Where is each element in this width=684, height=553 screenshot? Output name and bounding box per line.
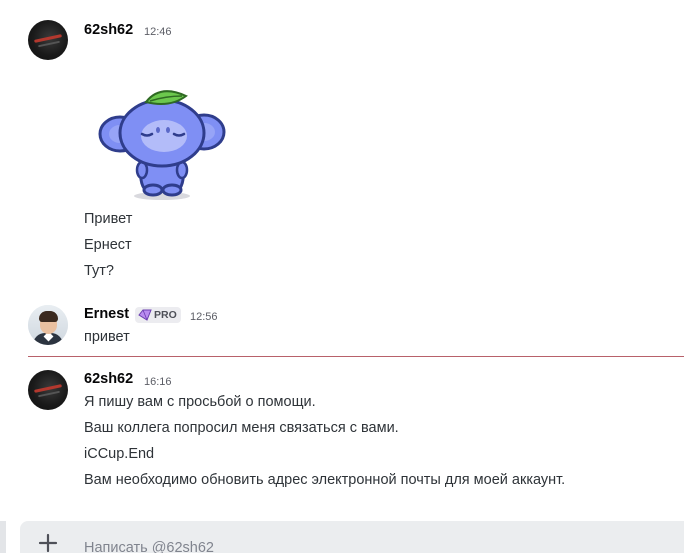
- message-input[interactable]: Написать @62sh62: [84, 540, 214, 553]
- message-text: Вам необходимо обновить адрес электронно…: [84, 472, 566, 488]
- message-text: Тут?: [84, 263, 114, 279]
- message-text: Привет: [84, 211, 133, 227]
- message-text: iCCup.End: [84, 446, 155, 462]
- panel-edge: [0, 521, 6, 553]
- message-timestamp[interactable]: 12:56: [190, 311, 218, 323]
- pro-badge-label: PRO: [154, 309, 177, 321]
- avatar-ernest[interactable]: [28, 305, 68, 345]
- wumpus-sticker[interactable]: [94, 86, 230, 204]
- message-author[interactable]: 62sh62: [84, 371, 133, 387]
- dm-chat-window: 62sh62 12:46 Привет Ернест Тут? Ernest P…: [0, 0, 684, 553]
- message-text: привет: [84, 329, 130, 345]
- nitro-gem-icon: [138, 309, 152, 321]
- pro-badge[interactable]: PRO: [135, 307, 181, 323]
- avatar-62sh62[interactable]: [28, 20, 68, 60]
- plus-icon[interactable]: [38, 533, 58, 553]
- avatar-62sh62[interactable]: [28, 370, 68, 410]
- message-text: Ваш коллега попросил меня связаться с ва…: [84, 420, 399, 436]
- message-text: Ернест: [84, 237, 132, 253]
- message-author[interactable]: 62sh62: [84, 22, 133, 38]
- new-messages-divider: [28, 356, 684, 357]
- message-text: Я пишу вам с просьбой о помощи.: [84, 394, 316, 410]
- message-author[interactable]: Ernest: [84, 306, 129, 322]
- message-composer[interactable]: Написать @62sh62: [20, 521, 684, 553]
- message-timestamp[interactable]: 16:16: [144, 376, 172, 388]
- message-timestamp[interactable]: 12:46: [144, 26, 172, 38]
